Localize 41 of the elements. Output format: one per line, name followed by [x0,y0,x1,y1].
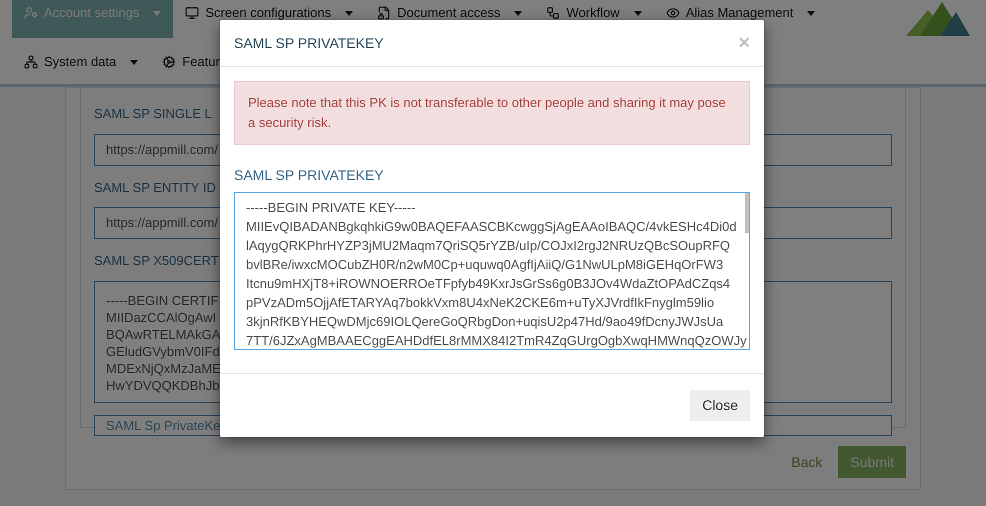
back-link[interactable]: Back [791,452,822,472]
key-text-line: 3kjnRfKBYHEQwDMjc69IOLQereGoQRbgDon+uqisU2p47Hd/9ao49fDcnyJWJsUa [246,313,724,331]
eye-icon [666,6,680,20]
close-button[interactable]: Close [690,390,750,421]
key-text-line: -----BEGIN PRIVATE KEY----- [246,199,416,217]
field-label: SAML SP PRIVATEKEY [234,166,385,185]
key-text-line: bvlBRe/iwxcMOCubZH0R/n2wM0Cp+uquwq0AgfIjAiiQ/G1NwULpM8iGEHqOrFW3 [246,256,724,274]
text-line: MIIDazCCAlOgAwI [106,308,216,326]
user-gear-icon [24,6,38,20]
key-text-line: 7TT/6JZxAgMBAAECggEAHDdfEL8rMMX84I2TmR4ZqGUrgOgbXwqHMWnqQzOWJy [246,332,747,349]
caret-icon [634,10,642,16]
key-text-line: MIIEvQIBADANBgkqhkiG9w0BAQEFAASCBKcwggSjAgEAAoIBAQC/4vkESHc4Di0d [246,218,737,236]
caret-icon [345,10,354,16]
key-text-line: Itcnu9mHXjT8+iROWNOERROeTFpfyb49KxrJsGrSs6g0B3JOv4WdaZtOPAdCZqs4 [246,275,730,293]
key-text-line: pPVzADm5OjjAfETARYAq7bokkVxm8U4xNeK2CKE6m+uTyXJVrdfIkFnyglm59lio [246,294,714,312]
field-label: SAML SP ENTITY ID [94,178,216,196]
workflow-icon [546,6,560,20]
text-line: -----BEGIN CERTIF [106,292,218,308]
logo-icon [906,2,970,36]
nav-menu-item[interactable]: System data [12,45,150,79]
monitor-icon [185,6,200,20]
field-label: SAML SP SINGLE L [94,105,212,123]
text-line: HwYDVQQKDBhJb [106,376,220,394]
text-line: MDExNjQxMzJaME [106,360,221,376]
nav-menu-item[interactable]: Featur [150,45,232,79]
warning-alert: Please note that this PK is not transferable to other people and sharing it may pose a security risk. [234,81,750,145]
private-key-text-area[interactable] [234,192,750,350]
text-line: GEludGVybmV0IFd [106,342,220,360]
caret-icon [130,60,138,64]
caret-icon [153,10,162,16]
document-lock-icon [377,6,392,20]
text-line: BQAwRTELMAkGA [106,326,220,342]
caret-icon [807,10,816,16]
network-icon [24,55,38,69]
nav-menu-item[interactable]: Workflow [534,0,654,38]
nav-menu-item[interactable]: Alias Management [654,0,828,38]
field-label: SAML SP X509CERT [94,252,219,270]
scrollbar-thumb [745,193,749,233]
key-text-line: lAqygQRKPhrHYZP3jMU2Maqm7QriSQ5rYZB/uIp/COJxI2rgJ2NRUzQBcSOupRFQ [246,237,730,255]
caret-icon [514,10,522,16]
gear-icon [162,55,176,69]
